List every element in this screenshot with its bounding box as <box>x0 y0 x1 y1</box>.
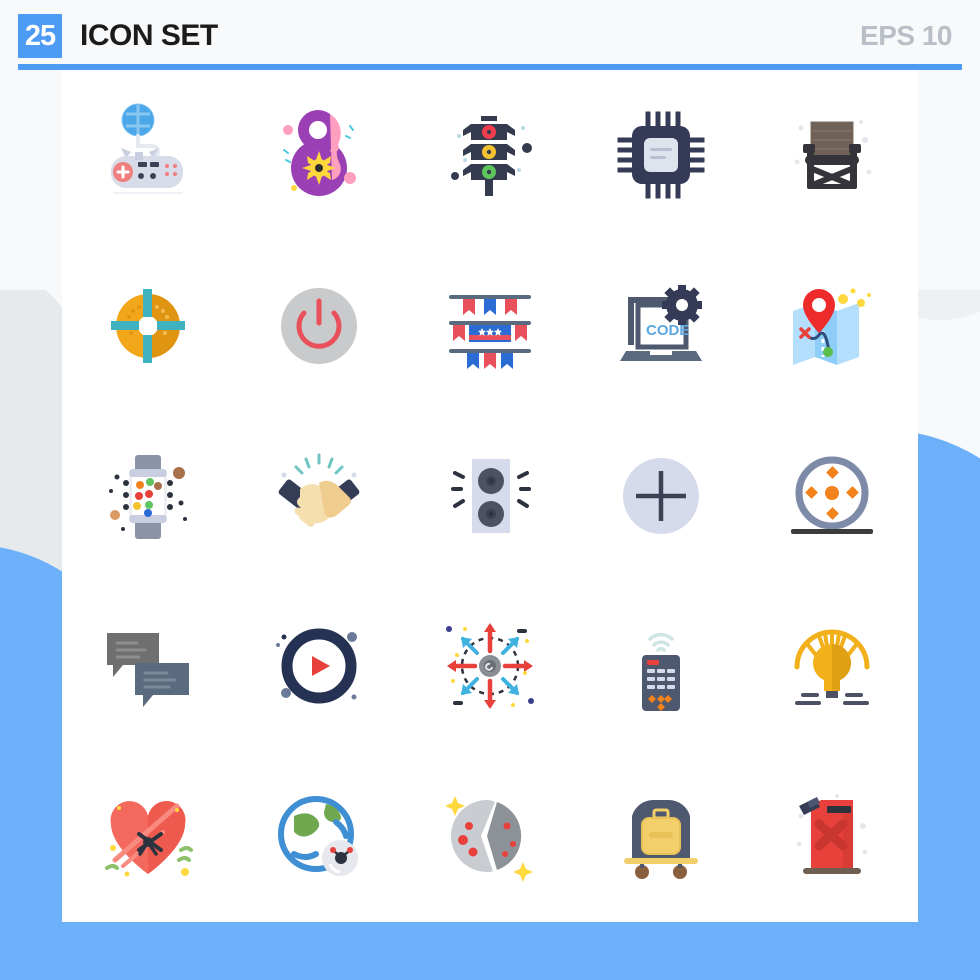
icon-grid: CODE <box>62 70 918 922</box>
icon-cell-womens-day[interactable] <box>233 70 404 240</box>
remote-control-icon <box>642 633 681 712</box>
icon-cell-add-plus[interactable] <box>576 411 747 581</box>
header-rule <box>18 64 962 70</box>
icon-cell-cracked-sphere[interactable] <box>404 752 575 922</box>
film-reel-icon <box>791 456 874 534</box>
target-crosshair-icon <box>110 288 185 363</box>
icon-cell-laptop-code[interactable]: CODE <box>576 240 747 410</box>
expand-distribute-icon <box>445 623 534 710</box>
icon-cell-remote-control[interactable] <box>576 581 747 751</box>
cpu-processor-icon <box>617 111 705 199</box>
power-button-icon <box>280 287 357 364</box>
icon-cell-handshake[interactable] <box>233 411 404 581</box>
icon-cell-play-button[interactable] <box>233 581 404 751</box>
cracked-sphere-icon <box>444 795 533 882</box>
play-button-icon <box>275 628 357 704</box>
smartwatch-icon <box>108 454 187 539</box>
icon-cell-target-crosshair[interactable] <box>62 240 233 410</box>
lightbulb-idea-icon <box>794 629 870 706</box>
chat-bubbles-icon <box>106 633 189 708</box>
jerrycan-fuel-icon <box>796 793 868 874</box>
icon-cell-loudspeaker[interactable] <box>404 411 575 581</box>
icon-cell-expand-distribute[interactable] <box>404 581 575 751</box>
icon-cell-bunting-garland[interactable] <box>404 240 575 410</box>
broken-heart-icon <box>104 800 193 877</box>
icon-cell-power-button[interactable] <box>233 240 404 410</box>
poster-stage: 25 ICON SET EPS 10 CODE <box>0 0 980 980</box>
bunting-garland-icon <box>448 294 531 369</box>
icon-cell-luggage-cart[interactable] <box>576 752 747 922</box>
handshake-icon <box>278 453 360 527</box>
icon-count-badge: 25 <box>18 14 62 58</box>
online-gaming-icon <box>110 103 183 195</box>
icon-cell-film-reel[interactable] <box>747 411 918 581</box>
icon-cell-director-chair[interactable] <box>747 70 918 240</box>
icon-cell-cpu-processor[interactable] <box>576 70 747 240</box>
director-chair-icon <box>794 120 872 190</box>
icon-cell-jerrycan-fuel[interactable] <box>747 752 918 922</box>
globe-molecule-icon <box>277 795 358 876</box>
icon-cell-traffic-light[interactable] <box>404 70 575 240</box>
eps-version-label: EPS 10 <box>860 20 952 51</box>
icon-cell-broken-heart[interactable] <box>62 752 233 922</box>
icon-cell-lightbulb-idea[interactable] <box>747 581 918 751</box>
icon-cell-online-gaming[interactable] <box>62 70 233 240</box>
womens-day-icon <box>282 110 356 197</box>
add-plus-icon <box>623 457 700 534</box>
loudspeaker-icon <box>450 458 531 533</box>
poster-header: 25 ICON SET EPS 10 <box>0 0 980 72</box>
page-title: ICON SET <box>80 19 218 52</box>
icon-cell-globe-molecule[interactable] <box>233 752 404 922</box>
luggage-cart-icon <box>624 799 699 879</box>
laptop-code-icon: CODE <box>620 284 703 361</box>
icon-cell-location-map[interactable] <box>747 240 918 410</box>
location-map-icon <box>793 288 872 365</box>
icon-cell-smartwatch[interactable] <box>62 411 233 581</box>
icon-cell-chat-bubbles[interactable] <box>62 581 233 751</box>
traffic-light-icon <box>450 116 532 197</box>
